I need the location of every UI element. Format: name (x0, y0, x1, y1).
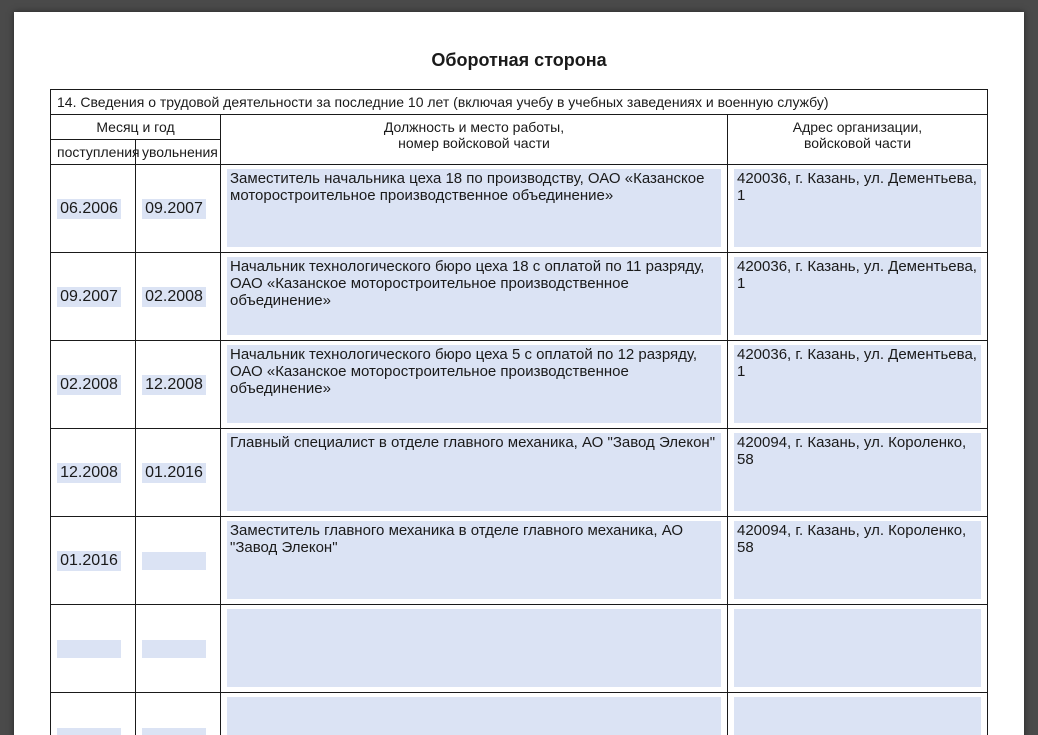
job-field[interactable]: Начальник технологического бюро цеха 5 с… (227, 345, 721, 423)
table-row: 06.2006 09.2007 Заместитель начальника цех… (51, 165, 988, 253)
end-date-cell (136, 605, 221, 693)
header-job: Должность и место работы, номер войсково… (221, 115, 728, 165)
address-field[interactable] (734, 609, 981, 687)
header-row-1: Месяц и год Должность и место работы, но… (51, 115, 988, 140)
table-row: 09.2007 02.2008 Начальник технологического… (51, 253, 988, 341)
pdf-viewer-frame: Оборотная сторона 14. Сведения о трудово… (0, 0, 1038, 735)
start-date-field[interactable]: 02.2008 (57, 375, 121, 395)
address-cell (727, 693, 987, 735)
end-date-cell: 12.2008 (136, 341, 221, 429)
table-row: 02.2008 12.2008 Начальник технологического… (51, 341, 988, 429)
start-date-cell (51, 693, 136, 735)
header-end: увольнения (136, 140, 221, 165)
end-date-field[interactable]: 12.2008 (142, 375, 206, 395)
section-title: 14. Сведения о трудовой деятельности за … (51, 90, 988, 115)
start-date-cell: 09.2007 (51, 253, 136, 341)
start-date-cell: 12.2008 (51, 429, 136, 517)
address-cell (727, 605, 987, 693)
start-date-field[interactable]: 12.2008 (57, 463, 121, 483)
job-field[interactable] (227, 697, 721, 735)
job-cell: Заместитель начальника цеха 18 по произв… (221, 165, 728, 253)
table-row (51, 605, 988, 693)
start-date-cell (51, 605, 136, 693)
address-cell: 420036, г. Казань, ул. Дементьева, 1 (727, 341, 987, 429)
start-date-cell: 06.2006 (51, 165, 136, 253)
section-header-row: 14. Сведения о трудовой деятельности за … (51, 90, 988, 115)
end-date-field[interactable]: 09.2007 (142, 199, 206, 219)
header-start: поступления (51, 140, 136, 165)
start-date-field[interactable]: 01.2016 (57, 551, 121, 571)
address-field[interactable]: 420094, г. Казань, ул. Короленко, 58 (734, 433, 981, 511)
job-cell (221, 693, 728, 735)
start-date-field[interactable] (57, 640, 121, 658)
job-field[interactable]: Начальник технологического бюро цеха 18 … (227, 257, 721, 335)
header-address: Адрес организации, войсковой части (727, 115, 987, 165)
job-cell: Главный специалист в отделе главного мех… (221, 429, 728, 517)
job-field[interactable] (227, 609, 721, 687)
address-field[interactable]: 420036, г. Казань, ул. Дементьева, 1 (734, 169, 981, 247)
end-date-field[interactable]: 01.2016 (142, 463, 206, 483)
address-field[interactable]: 420094, г. Казань, ул. Короленко, 58 (734, 521, 981, 599)
end-date-field[interactable] (142, 728, 206, 735)
header-addr-line1: Адрес организации, (793, 119, 922, 135)
end-date-cell: 09.2007 (136, 165, 221, 253)
header-month-year: Месяц и год (51, 115, 221, 140)
end-date-cell (136, 693, 221, 735)
header-job-line1: Должность и место работы, (384, 119, 564, 135)
start-date-cell: 01.2016 (51, 517, 136, 605)
job-cell: Начальник технологического бюро цеха 18 … (221, 253, 728, 341)
job-cell: Начальник технологического бюро цеха 5 с… (221, 341, 728, 429)
table-row: 01.2016 Заместитель главного механика в о… (51, 517, 988, 605)
job-field[interactable]: Главный специалист в отделе главного мех… (227, 433, 721, 511)
address-field[interactable] (734, 697, 981, 735)
address-cell: 420094, г. Казань, ул. Короленко, 58 (727, 429, 987, 517)
end-date-cell (136, 517, 221, 605)
end-date-field[interactable] (142, 640, 206, 658)
start-date-field[interactable]: 06.2006 (57, 199, 121, 219)
table-row: 12.2008 01.2016 Главный специалист в отдел… (51, 429, 988, 517)
address-cell: 420036, г. Казань, ул. Дементьева, 1 (727, 165, 987, 253)
table-row (51, 693, 988, 735)
end-date-field[interactable]: 02.2008 (142, 287, 206, 307)
document-page: Оборотная сторона 14. Сведения о трудово… (14, 12, 1024, 735)
header-job-line2: номер войсковой части (398, 135, 550, 151)
address-field[interactable]: 420036, г. Казань, ул. Дементьева, 1 (734, 257, 981, 335)
job-field[interactable]: Заместитель начальника цеха 18 по произв… (227, 169, 721, 247)
address-cell: 420094, г. Казань, ул. Короленко, 58 (727, 517, 987, 605)
page-title: Оборотная сторона (50, 50, 988, 71)
employment-history-table: 14. Сведения о трудовой деятельности за … (50, 89, 988, 735)
end-date-field[interactable] (142, 552, 206, 570)
start-date-cell: 02.2008 (51, 341, 136, 429)
start-date-field[interactable]: 09.2007 (57, 287, 121, 307)
end-date-cell: 02.2008 (136, 253, 221, 341)
end-date-cell: 01.2016 (136, 429, 221, 517)
job-cell (221, 605, 728, 693)
start-date-field[interactable] (57, 728, 121, 735)
header-addr-line2: войсковой части (804, 135, 911, 151)
address-cell: 420036, г. Казань, ул. Дементьева, 1 (727, 253, 987, 341)
job-field[interactable]: Заместитель главного механика в отделе г… (227, 521, 721, 599)
address-field[interactable]: 420036, г. Казань, ул. Дементьева, 1 (734, 345, 981, 423)
job-cell: Заместитель главного механика в отделе г… (221, 517, 728, 605)
